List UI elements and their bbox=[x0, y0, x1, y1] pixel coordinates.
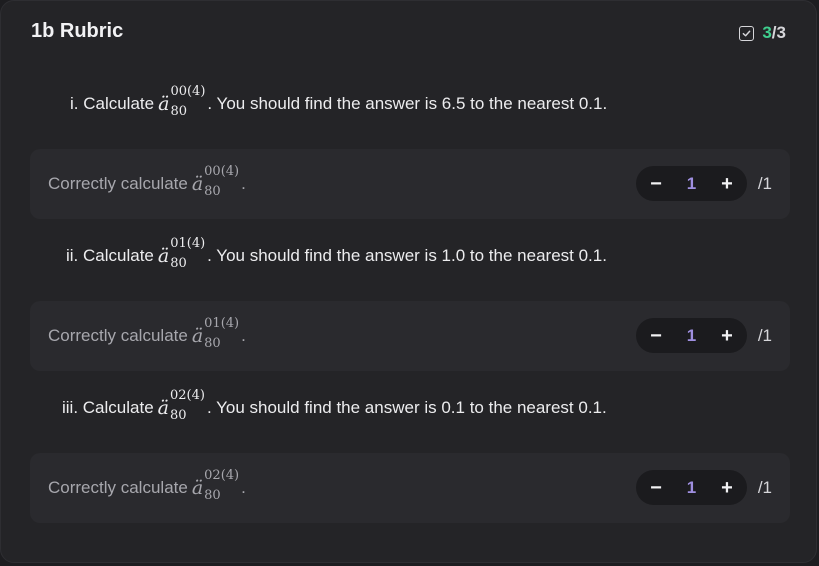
decrement-button[interactable]: − bbox=[647, 326, 665, 346]
annuity-symbol: ä 02(4) 80 bbox=[191, 469, 239, 503]
increment-button[interactable]: + bbox=[718, 174, 736, 194]
points-value: 1 bbox=[686, 477, 697, 497]
question-prefix: i. Calculate bbox=[70, 94, 155, 113]
math-superscript: 01(4) bbox=[204, 316, 240, 331]
math-base: ä bbox=[191, 325, 204, 347]
criterion-row: Correctly calculate ä 01(4) 80 . − 1 + /1 bbox=[30, 301, 790, 371]
question-text: ii. Calculate ä 01(4) 80 . You should fin… bbox=[66, 237, 607, 271]
question-prefix: ii. Calculate bbox=[66, 246, 154, 265]
math-superscript: 00(4) bbox=[204, 164, 240, 179]
criterion-end: . bbox=[241, 478, 246, 497]
math-superscript: 02(4) bbox=[204, 468, 240, 483]
criterion-end: . bbox=[241, 174, 246, 193]
increment-button[interactable]: + bbox=[718, 326, 736, 346]
annuity-symbol: ä 00(4) 80 bbox=[158, 85, 205, 119]
decrement-button[interactable]: − bbox=[647, 174, 665, 194]
math-base: ä bbox=[157, 397, 169, 419]
math-subscript: 80 bbox=[170, 256, 187, 271]
annuity-symbol: ä 01(4) 80 bbox=[191, 317, 239, 351]
points-stepper[interactable]: − 1 + bbox=[636, 166, 747, 201]
points-max: /1 bbox=[757, 478, 772, 497]
question-suffix: . You should find the answer is 1.0 to t… bbox=[207, 246, 607, 265]
points-value: 1 bbox=[686, 173, 697, 193]
question-text: i. Calculate ä 00(4) 80 . You should find… bbox=[70, 85, 608, 119]
increment-button[interactable]: + bbox=[718, 478, 736, 498]
points-max: /1 bbox=[757, 326, 772, 345]
score-summary: 3/3 bbox=[739, 23, 786, 43]
points-stepper[interactable]: − 1 + bbox=[636, 318, 747, 353]
math-subscript: 80 bbox=[204, 336, 221, 351]
math-base: ä bbox=[191, 477, 204, 499]
points-max: /1 bbox=[757, 174, 772, 193]
criterion-end: . bbox=[241, 326, 246, 345]
criterion-label: Correctly calculate bbox=[48, 478, 188, 497]
math-subscript: 80 bbox=[170, 104, 187, 119]
annuity-symbol: ä 00(4) 80 bbox=[191, 165, 239, 199]
rubric-panel: 1b Rubric 3/3 i. Calculate ä 00(4) 80 . Y… bbox=[0, 0, 817, 563]
criterion-text: Correctly calculate ä 00(4) 80 . bbox=[48, 149, 246, 219]
math-superscript: 00(4) bbox=[170, 84, 206, 99]
annuity-symbol: ä 02(4) 80 bbox=[157, 389, 205, 423]
math-base: ä bbox=[191, 173, 204, 195]
criterion-text: Correctly calculate ä 02(4) 80 . bbox=[48, 453, 246, 523]
math-superscript: 02(4) bbox=[169, 388, 205, 403]
math-subscript: 80 bbox=[204, 184, 221, 199]
annuity-symbol: ä 01(4) 80 bbox=[157, 237, 205, 271]
rubric-title: 1b Rubric bbox=[31, 20, 124, 42]
math-subscript: 80 bbox=[169, 408, 187, 423]
points-stepper[interactable]: − 1 + bbox=[636, 470, 747, 505]
criterion-row: Correctly calculate ä 02(4) 80 . − 1 + /1 bbox=[30, 453, 790, 523]
question-suffix: . You should find the answer is 0.1 to t… bbox=[206, 398, 607, 417]
question-suffix: . You should find the answer is 6.5 to t… bbox=[207, 94, 608, 113]
question-prefix: iii. Calculate bbox=[62, 398, 154, 417]
math-subscript: 80 bbox=[204, 488, 221, 503]
score-total: 3 bbox=[776, 23, 786, 42]
points-value: 1 bbox=[686, 325, 697, 345]
criterion-label: Correctly calculate bbox=[48, 326, 188, 345]
decrement-button[interactable]: − bbox=[647, 478, 665, 498]
criterion-label: Correctly calculate bbox=[48, 174, 188, 193]
checkbox-checked-icon bbox=[739, 25, 755, 41]
criterion-text: Correctly calculate ä 01(4) 80 . bbox=[48, 301, 246, 371]
question-text: iii. Calculate ä 02(4) 80 . You should fi… bbox=[62, 389, 607, 423]
math-superscript: 01(4) bbox=[170, 236, 206, 251]
criterion-row: Correctly calculate ä 00(4) 80 . − 1 + /1 bbox=[30, 149, 790, 219]
math-base: ä bbox=[157, 245, 170, 267]
score-earned: 3 bbox=[762, 23, 772, 42]
math-base: ä bbox=[158, 93, 170, 115]
